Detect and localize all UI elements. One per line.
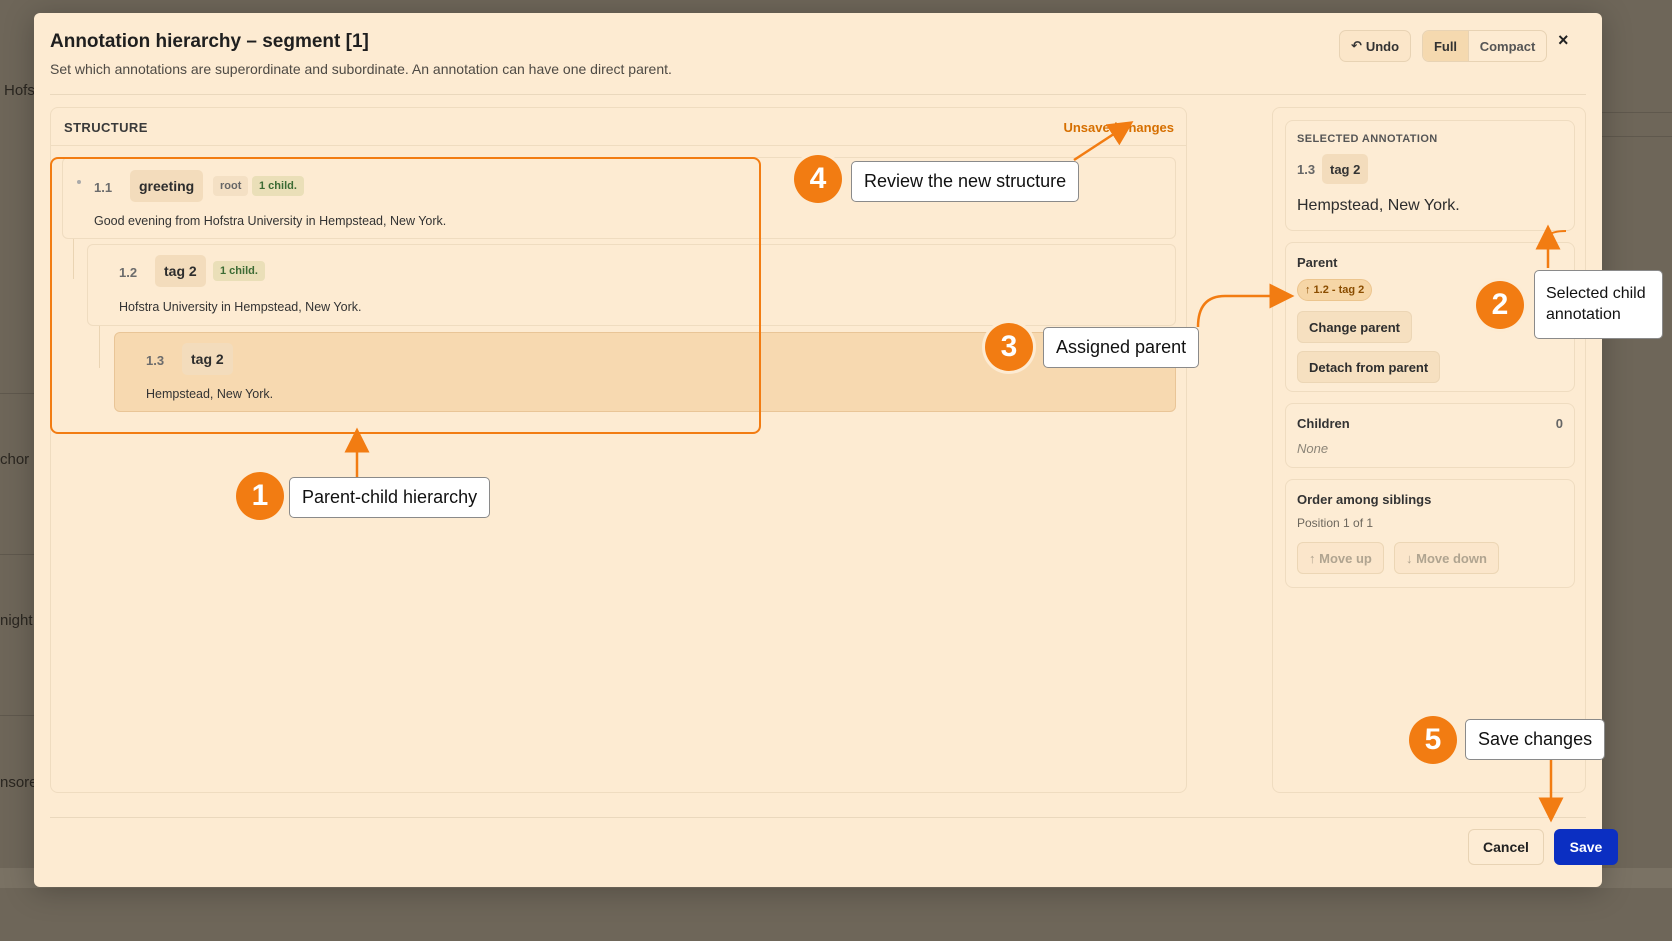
children-empty: None — [1297, 441, 1329, 456]
view-mode-toggle: Full Compact — [1422, 30, 1547, 62]
parent-card: Parent ↑ 1.2 - tag 2 Change parent Detac… — [1285, 242, 1575, 392]
structure-label: STRUCTURE — [64, 120, 148, 135]
order-position: Position 1 of 1 — [1297, 516, 1374, 530]
background-divider — [0, 393, 34, 394]
parent-label: Parent — [1297, 255, 1338, 270]
dialog-title: Annotation hierarchy – segment [1] — [50, 31, 369, 52]
background-text: nsore — [0, 774, 34, 791]
hierarchy-highlight — [50, 157, 761, 434]
annotation-badge-5: 5 — [1409, 716, 1457, 764]
children-count: 0 — [1555, 416, 1563, 431]
selected-annotation-label: SELECTED ANNOTATION — [1297, 133, 1438, 145]
dialog-subtitle: Set which annotations are superordinate … — [50, 61, 672, 77]
view-mode-full[interactable]: Full — [1423, 31, 1469, 61]
undo-label: Undo — [1365, 38, 1400, 54]
selected-text: Hempstead, New York. — [1297, 197, 1460, 214]
annotation-callout-2: Selected child annotation — [1534, 270, 1663, 339]
unsaved-changes-status: Unsaved changes — [1063, 120, 1174, 135]
annotation-callout-5: Save changes — [1465, 719, 1606, 760]
background-divider — [1602, 112, 1672, 113]
structure-header: STRUCTURE Unsaved changes — [51, 108, 1186, 146]
details-panel: SELECTED ANNOTATION 1.3 tag 2 Hempstead,… — [1272, 107, 1586, 793]
selected-annotation-card: SELECTED ANNOTATION 1.3 tag 2 Hempstead,… — [1285, 120, 1575, 231]
detach-parent-button[interactable]: Detach from parent — [1297, 351, 1441, 383]
children-card: Children 0 None — [1285, 403, 1575, 468]
background-divider — [0, 554, 34, 555]
undo-icon: ↶ — [1350, 38, 1362, 53]
sibling-order-card: Order among siblings Position 1 of 1 ↑ M… — [1285, 479, 1575, 588]
background-text: night — [0, 612, 33, 629]
hierarchy-dialog: Annotation hierarchy – segment [1] Set w… — [34, 13, 1618, 887]
selected-name: tag 2 — [1322, 154, 1369, 184]
background-text: Hofs — [4, 82, 35, 99]
change-parent-button[interactable]: Change parent — [1297, 311, 1413, 343]
save-button[interactable]: Save — [1554, 829, 1618, 865]
order-label: Order among siblings — [1297, 492, 1432, 507]
background-divider — [1602, 136, 1672, 137]
close-icon[interactable]: × — [1558, 30, 1569, 51]
cancel-button[interactable]: Cancel — [1468, 829, 1544, 865]
background-divider — [0, 715, 34, 716]
header-divider — [50, 94, 1586, 95]
parent-badge[interactable]: ↑ 1.2 - tag 2 — [1297, 279, 1373, 301]
annotation-callout-1: Parent-child hierarchy — [289, 477, 491, 518]
view-mode-compact[interactable]: Compact — [1469, 31, 1546, 61]
background-text: chor d — [0, 451, 34, 468]
children-label: Children — [1297, 416, 1350, 431]
selected-number: 1.3 — [1297, 162, 1316, 177]
move-up-button[interactable]: ↑ Move up — [1297, 542, 1384, 574]
annotation-callout-4: Review the new structure — [851, 161, 1080, 202]
annotation-badge-1: 1 — [236, 472, 284, 520]
annotation-badge-4: 4 — [794, 155, 842, 203]
annotation-badge-2: 2 — [1476, 281, 1524, 329]
footer-divider — [50, 817, 1586, 818]
undo-button[interactable]: ↶ Undo — [1339, 30, 1411, 62]
move-down-button[interactable]: ↓ Move down — [1394, 542, 1499, 574]
annotation-badge-3: 3 — [985, 323, 1033, 371]
annotation-callout-3: Assigned parent — [1043, 327, 1200, 368]
